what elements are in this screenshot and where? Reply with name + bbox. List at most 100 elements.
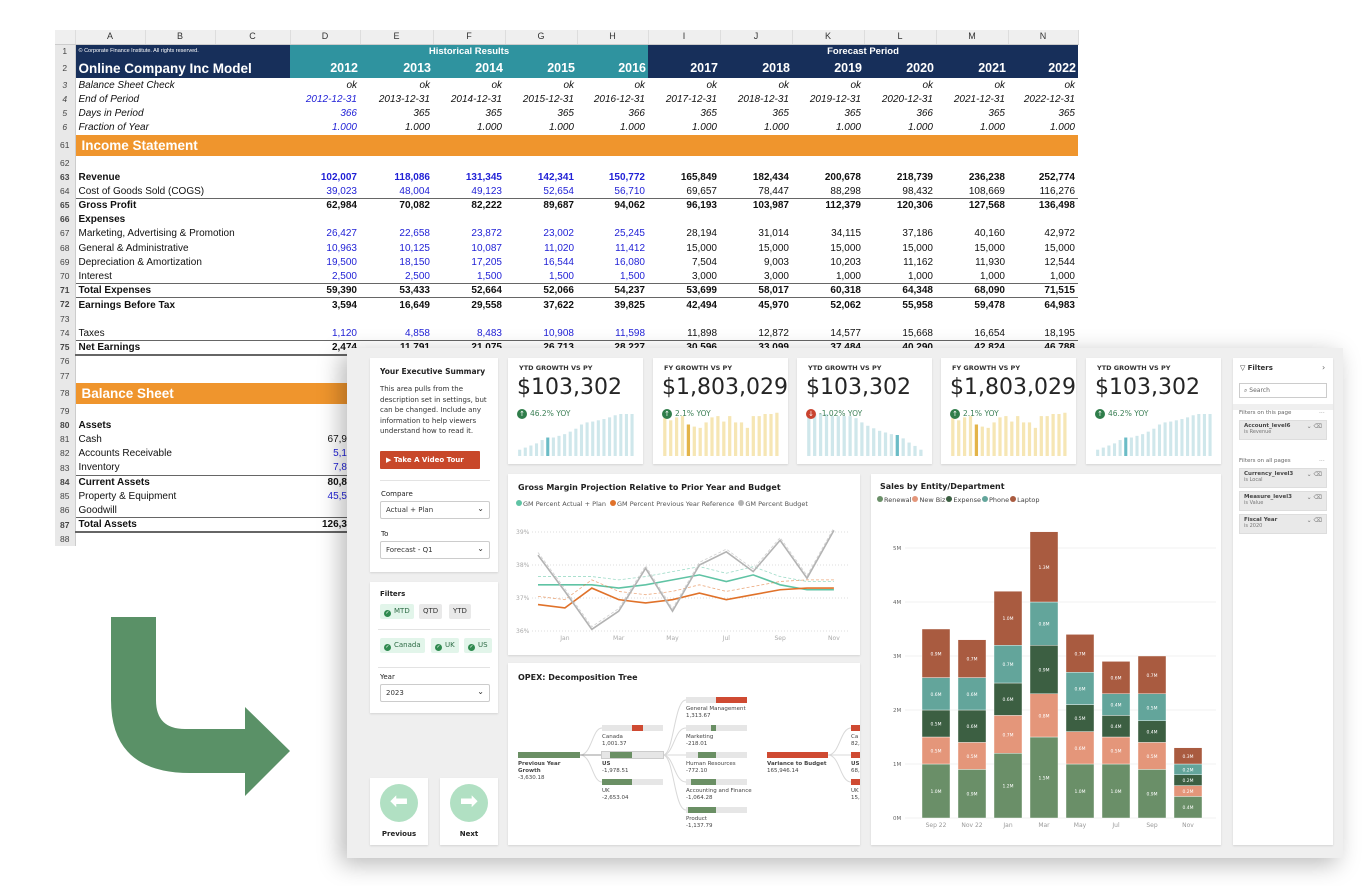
year-header[interactable]: 2017 [648,58,720,79]
value-cell[interactable]: 15,000 [720,241,792,255]
column-header[interactable]: L [864,30,937,45]
column-header[interactable]: K [792,30,865,45]
value-cell[interactable]: 11,930 [936,255,1008,269]
chevron-eraser-icon[interactable]: ⌄ ⌫ [1307,517,1322,524]
value-cell[interactable]: 2021-12-31 [936,92,1008,106]
value-cell[interactable]: 15,668 [864,326,936,340]
value-cell[interactable]: 2016-12-31 [577,92,648,106]
value-cell[interactable]: 1.000 [505,121,577,135]
value-cell[interactable]: 1.000 [1008,121,1078,135]
decomp-node-variance-to-budget[interactable]: Variance to Budget 165,946.14 [767,752,828,775]
value-cell[interactable]: 120,306 [864,197,936,213]
value-cell[interactable]: 64,983 [1008,297,1078,312]
value-cell[interactable]: 16,649 [360,297,433,312]
value-cell[interactable]: 2017-12-31 [648,92,720,106]
filter-pill-uk[interactable]: ✓ UK [431,638,459,653]
value-cell[interactable]: 42,972 [1008,227,1078,241]
filter-search-input[interactable]: ⌕ Search [1239,383,1327,398]
value-cell[interactable]: 28,194 [648,227,720,241]
value-cell[interactable]: 23,002 [505,227,577,241]
value-cell[interactable] [505,213,577,227]
value-cell[interactable]: 78,447 [720,184,792,198]
decomp-node-canada[interactable]: Canada 1,001.37 [602,725,663,748]
value-cell[interactable]: 103,987 [720,197,792,213]
value-cell[interactable] [433,213,505,227]
value-cell[interactable]: 2013-12-31 [360,92,433,106]
value-cell[interactable]: 64,348 [864,283,936,298]
value-cell[interactable]: 365 [1008,107,1078,121]
column-header[interactable]: G [505,30,578,45]
value-cell[interactable]: 1.000 [648,121,720,135]
value-cell[interactable]: 23,872 [433,227,505,241]
kpi-card[interactable]: YTD GROWTH VS PY $103,302 ↑ 46.2% YOY [508,358,643,464]
value-cell[interactable]: 11,412 [577,241,648,255]
value-cell[interactable] [792,156,864,170]
value-cell[interactable]: 112,379 [792,197,864,213]
value-cell[interactable]: 53,433 [360,283,433,298]
decomp-node-marketing[interactable]: Marketing -218.01 [686,725,747,748]
value-cell[interactable]: 9,003 [720,255,792,269]
year-header[interactable]: 2022 [1008,58,1078,79]
value-cell[interactable] [505,156,577,170]
value-cell[interactable]: 22,658 [360,227,433,241]
value-cell[interactable]: 40,160 [936,227,1008,241]
value-cell[interactable]: 53,699 [648,283,720,298]
value-cell[interactable]: 52,062 [792,297,864,312]
value-cell[interactable] [864,156,936,170]
value-cell[interactable]: 54,237 [577,283,648,298]
filter-card[interactable]: Fiscal Year is 2020 ⌄ ⌫ [1239,514,1327,534]
value-cell[interactable]: 2018-12-31 [720,92,792,106]
value-cell[interactable]: 68,090 [936,283,1008,298]
value-cell[interactable] [433,134,505,156]
value-cell[interactable]: 2020-12-31 [864,92,936,106]
value-cell[interactable]: 10,125 [360,241,433,255]
value-cell[interactable] [360,312,433,326]
value-cell[interactable]: 1.000 [433,121,505,135]
value-cell[interactable] [864,134,936,156]
value-cell[interactable] [792,312,864,326]
value-cell[interactable] [648,156,720,170]
value-cell[interactable] [720,134,792,156]
kpi-card[interactable]: FY GROWTH VS PY $1,803,029 ↑ 2.1% YOY [653,358,788,464]
value-cell[interactable]: 182,434 [720,170,792,184]
value-cell[interactable] [648,134,720,156]
value-cell[interactable]: 1,000 [864,269,936,283]
value-cell[interactable]: 60,318 [792,283,864,298]
value-cell[interactable]: 37,186 [864,227,936,241]
value-cell[interactable]: 69,657 [648,184,720,198]
value-cell[interactable]: 14,577 [792,326,864,340]
value-cell[interactable]: 1.000 [720,121,792,135]
value-cell[interactable]: ok [505,78,577,92]
value-cell[interactable]: 15,000 [648,241,720,255]
filter-card[interactable]: Currency_level3 is Local ⌄ ⌫ [1239,468,1327,488]
column-header[interactable]: J [720,30,793,45]
value-cell[interactable] [720,156,792,170]
kpi-card[interactable]: YTD GROWTH VS PY $103,302 ↑ 46.2% YOY [1086,358,1221,464]
column-header[interactable]: M [936,30,1009,45]
forecast-period-header[interactable]: Forecast Period [648,44,1078,59]
decomp-node-clipped[interactable]: UK 15, [851,779,860,802]
value-cell[interactable]: 150,772 [577,170,648,184]
value-cell[interactable]: 16,080 [577,255,648,269]
value-cell[interactable]: ok [360,78,433,92]
value-cell[interactable] [433,156,505,170]
year-header[interactable]: 2018 [720,58,792,79]
value-cell[interactable] [936,312,1008,326]
filter-pill-ytd[interactable]: YTD [449,604,471,619]
column-header[interactable]: H [577,30,649,45]
value-cell[interactable] [505,312,577,326]
value-cell[interactable]: 16,544 [505,255,577,269]
value-cell[interactable]: 131,345 [433,170,505,184]
value-cell[interactable]: 55,958 [864,297,936,312]
more-options-icon[interactable]: ... [1319,408,1325,415]
value-cell[interactable]: 88,298 [792,184,864,198]
value-cell[interactable]: 3,000 [720,269,792,283]
value-cell[interactable]: ok [433,78,505,92]
value-cell[interactable] [505,134,577,156]
value-cell[interactable]: 15,000 [864,241,936,255]
more-options-icon[interactable]: ... [1319,456,1325,463]
value-cell[interactable]: 18,150 [360,255,433,269]
value-cell[interactable] [1008,213,1078,227]
filter-pill-qtd[interactable]: QTD [419,604,443,619]
value-cell[interactable]: 2014-12-31 [433,92,505,106]
